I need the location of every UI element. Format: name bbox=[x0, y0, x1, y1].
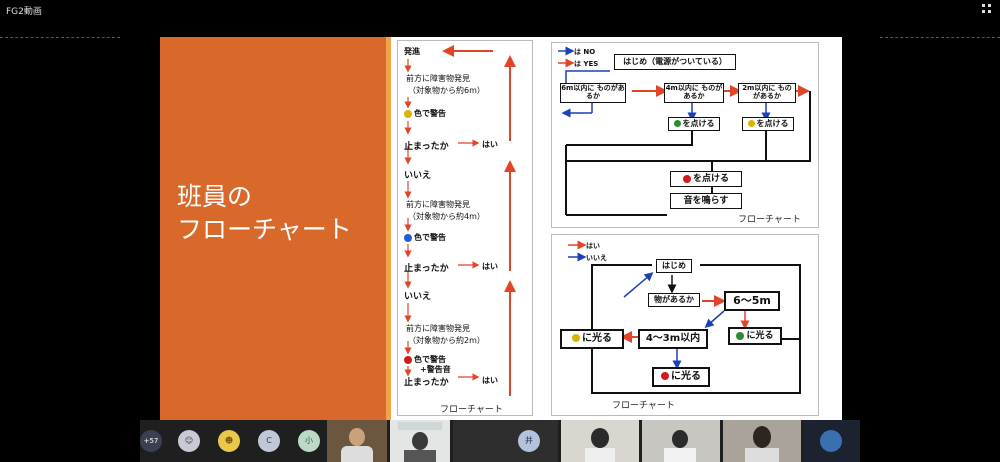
blue-light-icon bbox=[404, 233, 412, 242]
person-face bbox=[672, 430, 688, 448]
range-4-3m: 4〜3m以内 bbox=[638, 329, 708, 349]
flow-yes: はい bbox=[482, 140, 498, 149]
flow-no: いいえ bbox=[404, 292, 432, 302]
grid-view-icon[interactable] bbox=[982, 4, 992, 14]
flow-question: 止まったか bbox=[404, 142, 449, 152]
participant-avatar[interactable]: C bbox=[258, 430, 280, 452]
divider bbox=[0, 37, 120, 38]
flow-step: 前方に障害物発見 bbox=[406, 74, 470, 83]
participant-video[interactable] bbox=[390, 420, 450, 462]
flow-step-note: （対象物から約2m） bbox=[408, 336, 485, 345]
window-titlebar: FG2動画 bbox=[0, 0, 1000, 18]
yellow-light-icon bbox=[572, 334, 580, 342]
person-face bbox=[412, 432, 428, 450]
participant-avatar: 井 bbox=[518, 430, 540, 452]
person-face bbox=[591, 428, 609, 448]
start-box: はじめ bbox=[656, 259, 692, 273]
participant-video[interactable] bbox=[561, 420, 639, 462]
participant-strip: +57 ☺ ☻ C 小 井 bbox=[140, 420, 860, 462]
decision-2m: 2m以内に ものがあるか bbox=[738, 83, 796, 103]
action-red: を点ける bbox=[670, 171, 742, 187]
action-yellow: を点ける bbox=[742, 117, 794, 131]
flow-step: 前方に障害物発見 bbox=[406, 200, 470, 209]
slide-accent-strip bbox=[386, 37, 391, 420]
window-title: FG2動画 bbox=[6, 7, 42, 17]
action-sound: 音を鳴らす bbox=[670, 193, 742, 209]
legend-no: は NO bbox=[574, 48, 596, 56]
flowchart-lights-loop: はい いいえ はじめ 物があるか 6〜5m に光る 4〜3m以内 に光る に光る… bbox=[551, 234, 819, 416]
flowchart-distance-lights: は NO は YES はじめ（電源がついている） 6m以内に ものがあるか 4m… bbox=[551, 42, 819, 228]
divider bbox=[880, 37, 1000, 38]
person-body bbox=[664, 448, 696, 462]
legend-yes: は YES bbox=[574, 60, 599, 68]
participant-video[interactable] bbox=[804, 420, 860, 462]
participant-video[interactable] bbox=[642, 420, 720, 462]
flow-warning-sound: +警告音 bbox=[420, 365, 451, 374]
flow-warning-yellow: 色で警告 bbox=[404, 108, 446, 119]
flow-no: いいえ bbox=[404, 171, 432, 181]
slide-title-line: フローチャート bbox=[177, 215, 352, 244]
flow-step-note: （対象物から約6m） bbox=[408, 86, 485, 95]
light-red: に光る bbox=[652, 367, 710, 387]
start-box: はじめ（電源がついている） bbox=[614, 54, 736, 70]
legend-no: いいえ bbox=[586, 254, 607, 262]
shared-slide: 班員の フローチャート 発進 前方に障害物発見 （対象物から約6m） 色で警告 … bbox=[160, 37, 842, 420]
decision-6m: 6m以内に ものがあるか bbox=[560, 83, 626, 103]
participant-video[interactable] bbox=[327, 420, 387, 462]
slide-title-line: 班員の bbox=[177, 182, 253, 211]
flow-yes: はい bbox=[482, 262, 498, 271]
person-face bbox=[753, 426, 771, 448]
participant-avatar[interactable]: ☺ bbox=[178, 430, 200, 452]
person-body bbox=[585, 448, 615, 462]
person-face bbox=[349, 428, 365, 446]
participant-avatar[interactable]: ☻ bbox=[218, 430, 240, 452]
flow-start: 発進 bbox=[404, 47, 420, 56]
slide-title: 班員の フローチャート bbox=[177, 180, 352, 246]
range-6-5m: 6〜5m bbox=[724, 291, 780, 311]
flowchart-vertical: 発進 前方に障害物発見 （対象物から約6m） 色で警告 止まったか はい いいえ… bbox=[397, 40, 533, 416]
red-light-icon bbox=[682, 174, 691, 183]
flowchart-caption: フローチャート bbox=[738, 215, 801, 225]
participant-video[interactable] bbox=[723, 420, 801, 462]
screen-share-thumb bbox=[398, 422, 442, 430]
person-body bbox=[404, 450, 436, 462]
decision-object: 物があるか bbox=[648, 293, 700, 307]
person-body bbox=[745, 448, 779, 462]
participant-tile[interactable]: 井 bbox=[453, 420, 558, 462]
red-light-icon bbox=[404, 355, 412, 364]
flow-step: 前方に障害物発見 bbox=[406, 324, 470, 333]
flow-question: 止まったか bbox=[404, 264, 449, 274]
flow-question: 止まったか bbox=[404, 378, 449, 388]
person-body bbox=[341, 446, 373, 462]
green-light-icon bbox=[736, 331, 745, 340]
flow-step-note: （対象物から約4m） bbox=[408, 212, 485, 221]
more-participants-button[interactable]: +57 bbox=[140, 430, 162, 452]
light-yellow: に光る bbox=[560, 329, 624, 349]
decision-4m: 4m以内に ものがあるか bbox=[664, 83, 724, 103]
yellow-light-icon bbox=[404, 109, 412, 118]
flowchart-caption: フローチャート bbox=[440, 405, 503, 415]
yellow-light-icon bbox=[747, 120, 755, 127]
light-green: に光る bbox=[728, 327, 782, 345]
flow-yes: はい bbox=[482, 376, 498, 385]
globe-avatar-icon bbox=[820, 430, 842, 452]
action-green: を点ける bbox=[668, 117, 720, 131]
legend-yes: はい bbox=[586, 242, 600, 250]
green-light-icon bbox=[673, 120, 681, 127]
red-light-icon bbox=[661, 372, 669, 380]
flow-warning-blue: 色で警告 bbox=[404, 232, 446, 243]
flowchart-caption: フローチャート bbox=[612, 401, 675, 411]
participant-avatar[interactable]: 小 bbox=[298, 430, 320, 452]
